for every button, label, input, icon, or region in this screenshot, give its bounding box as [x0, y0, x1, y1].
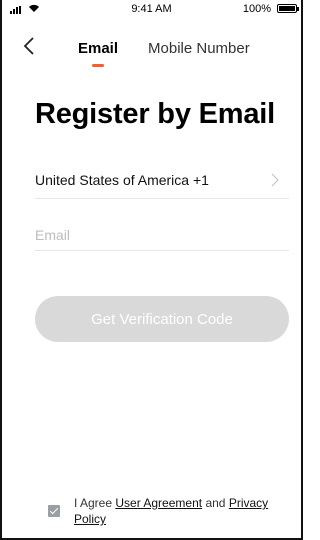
page-title: Register by Email — [35, 98, 275, 130]
phone-screen: 9:41 AM 100% Email Mobile Number Registe… — [0, 0, 303, 540]
agreement-checkbox[interactable] — [48, 505, 60, 517]
tab-email[interactable]: Email — [78, 40, 119, 67]
tab-mobile-number[interactable]: Mobile Number — [148, 40, 250, 57]
active-tab-indicator — [92, 64, 104, 67]
agreement-text: I Agree User Agreement and Privacy Polic… — [74, 495, 284, 527]
battery-percentage: 100% — [242, 3, 271, 15]
agreement-and: and — [205, 496, 226, 510]
country-label: United States of America +1 — [35, 172, 209, 188]
chevron-right-icon — [271, 173, 279, 187]
user-agreement-link[interactable]: User Agreement — [115, 496, 202, 510]
email-input[interactable] — [35, 220, 289, 251]
tab-email-label: Email — [78, 40, 119, 57]
agreement-prefix: I Agree — [74, 496, 113, 510]
tab-mobile-number-label: Mobile Number — [148, 40, 250, 57]
tab-bar: Email Mobile Number — [78, 40, 250, 67]
country-selector[interactable]: United States of America +1 — [35, 168, 289, 199]
battery-icon — [277, 4, 299, 13]
get-verification-code-button[interactable]: Get Verification Code — [35, 296, 289, 342]
back-arrow-icon[interactable] — [22, 36, 36, 56]
status-bar: 9:41 AM 100% — [2, 0, 301, 20]
